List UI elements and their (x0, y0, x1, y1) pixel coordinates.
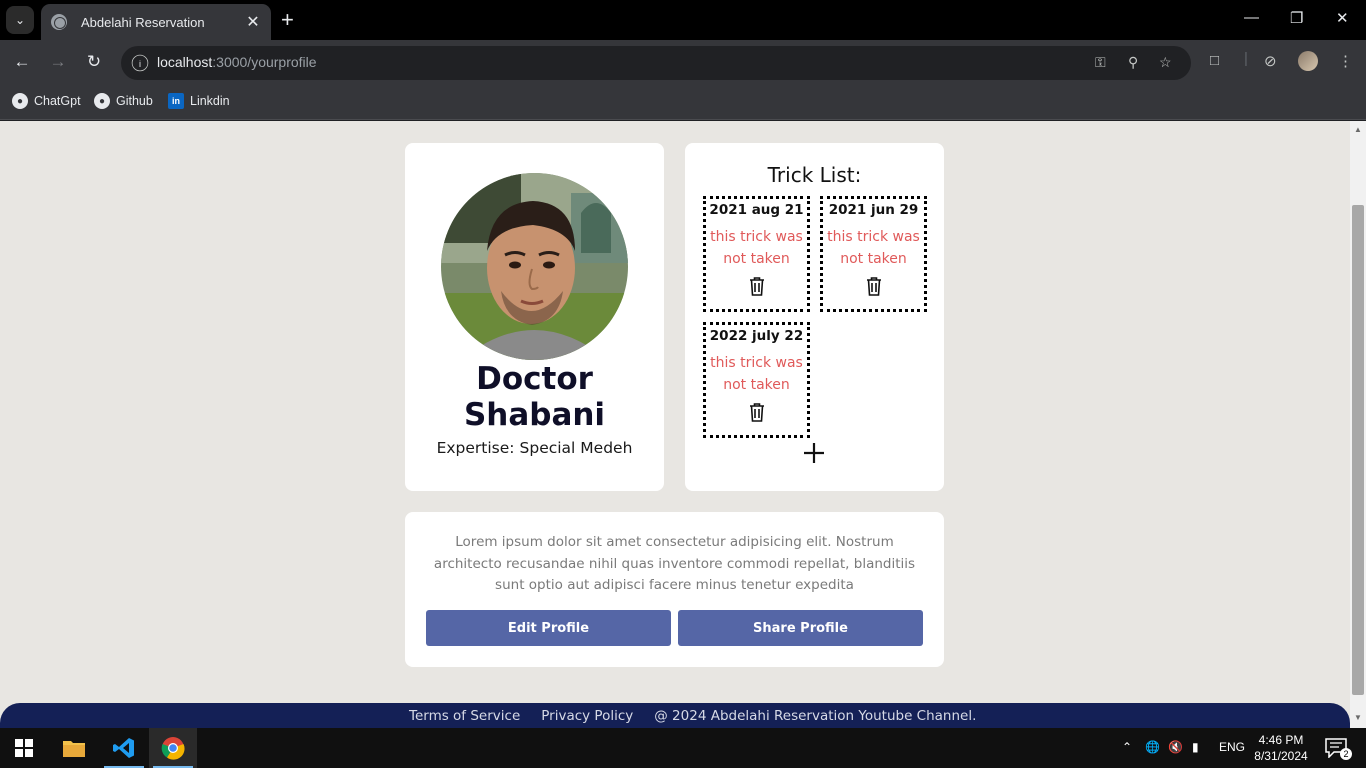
trick-item: 2021 jun 29 this trick was not taken (820, 196, 927, 312)
bookmark-linkedin[interactable]: in Linkdin (168, 93, 230, 109)
window-close-icon[interactable]: ✕ (1336, 9, 1349, 27)
doctor-name: Doctor Shabani (463, 361, 606, 433)
toolbar-divider: | (1244, 50, 1248, 67)
key-icon[interactable]: ⚿ (1095, 54, 1106, 71)
edit-profile-button[interactable]: Edit Profile (426, 610, 671, 646)
system-clock[interactable]: 4:46 PM 8/31/2024 (1252, 732, 1310, 764)
trick-date: 2021 jun 29 (828, 202, 919, 218)
expertise-text: Expertise: Special Medeh (436, 439, 633, 457)
bookmark-github[interactable]: ● Github (94, 93, 153, 109)
trick-date: 2021 aug 21 (709, 202, 804, 218)
url-text[interactable]: localhost:3000/yourprofile (157, 54, 317, 70)
network-icon[interactable]: 🌐 (1145, 740, 1160, 754)
forward-arrow-icon[interactable]: → (46, 50, 70, 74)
trick-status: this trick was not taken (827, 229, 920, 267)
close-icon[interactable]: ✕ (245, 12, 261, 32)
page-scrollbar[interactable]: ▲ ▼ (1350, 121, 1366, 728)
vscode-icon (113, 738, 134, 758)
tab-search-button[interactable]: ⌄ (6, 6, 34, 34)
restore-icon[interactable]: ❐ (1290, 9, 1303, 27)
terms-link[interactable]: Terms of Service (409, 708, 520, 724)
language-indicator[interactable]: ENG (1219, 740, 1245, 754)
chrome-button[interactable] (149, 728, 197, 768)
site-info-icon[interactable]: i (131, 54, 149, 72)
reload-icon[interactable]: ↻ (82, 50, 106, 74)
scroll-up-arrow-icon[interactable]: ▲ (1353, 125, 1363, 134)
taskbar: ⌃ 🌐 🔇 ▮ ENG 4:46 PM 8/31/2024 2 (0, 728, 1366, 768)
windows-icon (15, 739, 33, 757)
globe-icon (51, 14, 67, 30)
trick-date: 2022 july 22 (709, 328, 804, 344)
bookmark-chatgpt[interactable]: ● ChatGpt (12, 93, 81, 109)
trick-item: 2021 aug 21 this trick was not taken (703, 196, 810, 312)
start-button[interactable] (0, 728, 48, 768)
scroll-thumb[interactable] (1352, 205, 1364, 695)
add-trick-icon[interactable] (803, 442, 825, 464)
linkedin-icon: in (168, 93, 184, 109)
privacy-link[interactable]: Privacy Policy (541, 708, 633, 724)
new-tab-button[interactable]: + (281, 8, 294, 32)
chevron-up-icon[interactable]: ⌃ (1122, 740, 1132, 754)
trash-icon[interactable] (748, 402, 766, 422)
trash-icon[interactable] (748, 276, 766, 296)
address-bar[interactable]: i localhost:3000/yourprofile ⚿ ⚲ ☆ (121, 46, 1191, 80)
notification-count: 2 (1340, 748, 1352, 760)
folder-icon (63, 741, 85, 757)
battery-icon[interactable]: ▮ (1192, 740, 1199, 754)
menu-icon[interactable]: ⋮ (1338, 52, 1353, 70)
browser-toolbar: ← → ↻ i localhost:3000/yourprofile ⚿ ⚲ ☆… (0, 40, 1366, 86)
bookmarks-bar: ● ChatGpt ● Github in Linkdin (0, 86, 1366, 120)
trick-list-title: Trick List: (767, 163, 862, 187)
trick-item: 2022 july 22 this trick was not taken (703, 322, 810, 438)
trick-status: this trick was not taken (710, 355, 803, 393)
chevron-down-icon: ⌄ (14, 13, 26, 27)
chrome-icon (161, 737, 185, 760)
vscode-button[interactable] (100, 728, 148, 768)
file-explorer-button[interactable] (50, 728, 98, 768)
performance-icon[interactable]: ⊘ (1264, 52, 1277, 70)
scroll-down-arrow-icon[interactable]: ▼ (1353, 713, 1363, 722)
bio-text: Lorem ipsum dolor sit amet consectetur a… (433, 534, 916, 593)
copyright-text: @ 2024 Abdelahi Reservation Youtube Chan… (654, 708, 977, 724)
tab-title: Abdelahi Reservation (81, 14, 205, 30)
back-arrow-icon[interactable]: ← (10, 50, 34, 74)
globe-icon: ● (12, 93, 28, 109)
trick-list-card: Trick List: 2021 aug 21 this trick was n… (685, 143, 944, 491)
browser-tab[interactable]: Abdelahi Reservation ✕ (41, 4, 271, 40)
bio-card: Lorem ipsum dolor sit amet consectetur a… (405, 512, 944, 667)
star-icon[interactable]: ☆ (1159, 54, 1172, 71)
extensions-icon[interactable]: □ (1210, 52, 1219, 69)
trick-status: this trick was not taken (710, 229, 803, 267)
trash-icon[interactable] (865, 276, 883, 296)
minimize-icon[interactable]: — (1244, 9, 1259, 26)
share-profile-button[interactable]: Share Profile (678, 610, 923, 646)
profile-card: Doctor Shabani Expertise: Special Medeh (405, 143, 664, 491)
volume-muted-icon[interactable]: 🔇 (1168, 740, 1183, 754)
footer: Terms of Service Privacy Policy @ 2024 A… (0, 703, 1350, 728)
profile-photo (441, 173, 628, 360)
tab-strip: ⌄ Abdelahi Reservation ✕ + — ❐ ✕ (0, 0, 1366, 40)
github-icon: ● (94, 93, 110, 109)
page-viewport: Doctor Shabani Expertise: Special Medeh T… (0, 121, 1350, 728)
zoom-icon[interactable]: ⚲ (1128, 54, 1138, 71)
browser-profile-avatar[interactable] (1298, 51, 1318, 71)
